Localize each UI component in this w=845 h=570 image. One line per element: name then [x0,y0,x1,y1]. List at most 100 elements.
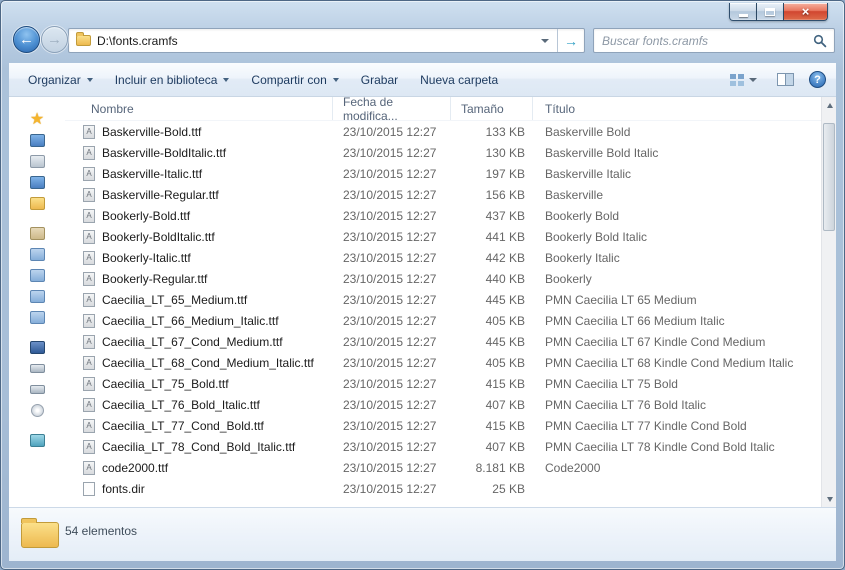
maximize-button[interactable] [757,3,784,21]
file-row[interactable]: Bookerly-Italic.ttf 23/10/2015 12:27 442… [65,247,821,268]
file-title: Baskerville Bold [545,124,631,139]
file-row[interactable]: Bookerly-Regular.ttf 23/10/2015 12:27 44… [65,268,821,289]
sidebar-item-local-disk-c[interactable] [9,358,65,379]
sidebar-item-computer[interactable] [9,337,65,358]
toolbar-burn-button[interactable]: Grabar [350,68,409,92]
file-name: fonts.dir [102,481,145,496]
file-date-modified: 23/10/2015 12:27 [343,460,437,475]
toolbar-organize-button[interactable]: Organizar [17,68,104,92]
sidebar-item-desktop[interactable] [9,151,65,172]
file-date-modified: 23/10/2015 12:27 [343,250,437,265]
music-library-icon [29,290,45,303]
sidebar-item-network[interactable] [9,430,65,451]
sidebar-item-music[interactable] [9,286,65,307]
sidebar-item-folder[interactable] [9,193,65,214]
sidebar-item-documents[interactable] [9,244,65,265]
file-row[interactable]: Baskerville-Bold.ttf 23/10/2015 12:27 13… [65,121,821,142]
close-icon: × [801,4,810,19]
sidebar-item-downloads[interactable] [9,130,65,151]
file-row[interactable]: Caecilia_LT_68_Cond_Medium_Italic.ttf 23… [65,352,821,373]
column-header-title[interactable]: Título [533,97,821,120]
file-row[interactable]: fonts.dir 23/10/2015 12:27 25 KB [65,478,821,499]
close-button[interactable]: × [784,3,828,21]
toolbar-include-in-library-button[interactable]: Incluir en biblioteca [104,68,241,92]
file-row[interactable]: Baskerville-BoldItalic.ttf 23/10/2015 12… [65,142,821,163]
address-path[interactable]: D:\fonts.cramfs [97,34,178,48]
pictures-library-icon [29,269,45,282]
help-button[interactable]: ? [809,71,826,88]
file-size: 133 KB [485,124,525,139]
sidebar-item-dvd-drive[interactable] [9,400,65,421]
file-row[interactable]: Caecilia_LT_77_Cond_Bold.ttf 23/10/2015 … [65,415,821,436]
file-date-modified: 23/10/2015 12:27 [343,334,437,349]
sidebar-item-libraries[interactable] [9,223,65,244]
minimize-button[interactable] [729,3,757,21]
desktop-icon [29,155,45,168]
file-row[interactable]: Caecilia_LT_76_Bold_Italic.ttf 23/10/201… [65,394,821,415]
ttf-file-icon [83,229,95,244]
ttf-file-icon [83,124,95,139]
file-row[interactable]: Caecilia_LT_66_Medium_Italic.ttf 23/10/2… [65,310,821,331]
sidebar-item-favorites[interactable] [9,109,65,130]
search-input[interactable] [594,33,813,48]
file-row[interactable]: Caecilia_LT_67_Cond_Medium.ttf 23/10/201… [65,331,821,352]
scroll-up-button[interactable] [822,97,836,113]
file-title: Baskerville Bold Italic [545,145,659,160]
go-button[interactable]: → [557,29,584,52]
file-name: Bookerly-Italic.ttf [102,250,191,265]
forward-button[interactable]: → [41,26,68,53]
navigation-pane [9,97,65,507]
file-date-modified: 23/10/2015 12:27 [343,439,437,454]
file-row[interactable]: Caecilia_LT_75_Bold.ttf 23/10/2015 12:27… [65,373,821,394]
file-list: Nombre Fecha de modifica... Tamaño Títul… [65,97,836,507]
scrollbar-thumb[interactable] [823,123,835,231]
vertical-scrollbar[interactable] [821,97,836,507]
forward-arrow-icon: → [47,31,62,48]
file-title: Baskerville [545,187,604,202]
file-row[interactable]: Baskerville-Italic.ttf 23/10/2015 12:27 … [65,163,821,184]
file-name: code2000.ttf [102,460,169,475]
toolbar-new-folder-button[interactable]: Nueva carpeta [409,68,509,92]
file-title: PMN Caecilia LT 76 Bold Italic [545,397,706,412]
search-box[interactable] [593,28,835,53]
file-size: 197 KB [485,166,525,181]
address-bar[interactable]: D:\fonts.cramfs → [68,28,585,53]
file-row[interactable]: Baskerville-Regular.ttf 23/10/2015 12:27… [65,184,821,205]
preview-pane-button[interactable] [772,70,799,89]
file-row[interactable]: Bookerly-Bold.ttf 23/10/2015 12:27 437 K… [65,205,821,226]
address-dropdown-icon[interactable] [541,38,549,43]
column-header-date-modified[interactable]: Fecha de modifica... [333,97,451,123]
file-name: Bookerly-Regular.ttf [102,271,208,286]
file-row[interactable]: Caecilia_LT_78_Cond_Bold_Italic.ttf 23/1… [65,436,821,457]
sidebar-group-spacer[interactable] [9,328,65,337]
file-title: Bookerly Bold Italic [545,229,648,244]
file-row[interactable]: code2000.ttf 23/10/2015 12:27 8.181 KB C… [65,457,821,478]
sidebar-item-recent-places[interactable] [9,172,65,193]
sidebar-item-local-disk-d[interactable] [9,379,65,400]
file-title: PMN Caecilia LT 77 Kindle Cond Bold [545,418,747,433]
column-header-name[interactable]: Nombre [65,97,333,120]
file-date-modified: 23/10/2015 12:27 [343,187,437,202]
back-button[interactable]: ← [13,26,40,53]
details-pane: 54 elementos [9,507,836,561]
folder-icon-large [21,518,59,548]
local-disk-icon [29,385,45,394]
search-icon[interactable] [813,34,827,48]
column-header-size[interactable]: Tamaño [451,97,533,120]
file-row[interactable]: Caecilia_LT_65_Medium.ttf 23/10/2015 12:… [65,289,821,310]
sidebar-item-videos[interactable] [9,307,65,328]
dvd-drive-icon [30,404,44,417]
change-view-button[interactable] [725,70,762,89]
file-row[interactable]: Bookerly-BoldItalic.ttf 23/10/2015 12:27… [65,226,821,247]
command-bar-items: Organizar Incluir en biblioteca Comparti… [17,63,509,96]
sidebar-group-spacer[interactable] [9,214,65,223]
file-size: 407 KB [485,397,525,412]
sidebar-group-spacer[interactable] [9,421,65,430]
toolbar-share-with-button[interactable]: Compartir con [240,68,349,92]
ttf-file-icon [83,355,95,370]
libraries-icon [29,227,45,240]
sidebar-item-pictures[interactable] [9,265,65,286]
scroll-up-icon [826,102,833,108]
scroll-down-button[interactable] [822,491,836,507]
ttf-file-icon [83,460,95,475]
